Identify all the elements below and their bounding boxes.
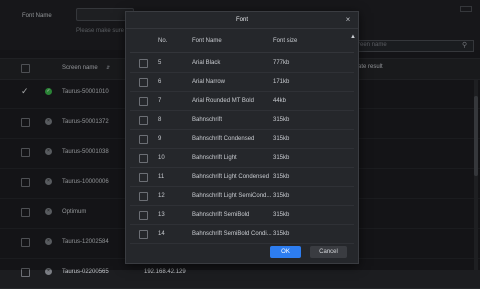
column-font-size: Font size <box>273 38 298 44</box>
font-row-checkbox[interactable] <box>139 59 148 68</box>
scroll-up-icon[interactable]: ▲ <box>350 34 356 42</box>
font-name: Bahnschrift <box>192 117 223 123</box>
font-row-checkbox[interactable] <box>139 211 148 220</box>
font-dialog: Font × No. Font Name Font size 5 Arial Bl… <box>125 11 359 264</box>
font-name: Arial Narrow <box>192 79 226 85</box>
font-size: 315kb <box>273 231 290 237</box>
font-size: 315kb <box>273 212 290 218</box>
font-row-checkbox[interactable] <box>139 154 148 163</box>
font-no: 5 <box>158 60 162 66</box>
font-no: 6 <box>158 79 162 85</box>
font-no: 8 <box>158 117 162 123</box>
column-no: No. <box>158 38 168 44</box>
font-row-checkbox[interactable] <box>139 173 148 182</box>
font-name: Bahnschrift SemiBold <box>192 212 250 218</box>
font-no: 14 <box>158 231 165 237</box>
font-row[interactable]: 13 Bahnschrift SemiBold 315kb <box>130 206 354 225</box>
font-row-checkbox[interactable] <box>139 192 148 201</box>
font-row-checkbox[interactable] <box>139 78 148 87</box>
font-no: 13 <box>158 212 165 218</box>
cancel-button[interactable]: Cancel <box>310 246 347 258</box>
font-no: 11 <box>158 174 165 180</box>
font-row[interactable]: 12 Bahnschrift Light SemiCond... 315kb <box>130 187 354 206</box>
font-size: 315kb <box>273 136 290 142</box>
font-name: Arial Black <box>192 60 221 66</box>
font-table-header: No. Font Name Font size <box>130 32 354 53</box>
font-size: 315kb <box>273 155 290 161</box>
font-name: Bahnschrift Light <box>192 155 237 161</box>
column-font-name: Font Name <box>192 38 222 44</box>
font-row[interactable]: 9 Bahnschrift Condensed 315kb <box>130 130 354 149</box>
font-size: 171kb <box>273 79 290 85</box>
font-row-checkbox[interactable] <box>139 97 148 106</box>
font-size: 315kb <box>273 117 290 123</box>
font-row-checkbox[interactable] <box>139 116 148 125</box>
dialog-footer: OK Cancel <box>126 242 358 263</box>
font-row[interactable]: 5 Arial Black 777kb <box>130 54 354 73</box>
font-row-checkbox[interactable] <box>139 135 148 144</box>
font-size: 315kb <box>273 193 290 199</box>
font-name: Bahnschrift Condensed <box>192 136 255 142</box>
font-row[interactable]: 6 Arial Narrow 171kb <box>130 73 354 92</box>
font-row[interactable]: 11 Bahnschrift Light Condensed 315kb <box>130 168 354 187</box>
font-size: 44kb <box>273 98 287 104</box>
font-row-checkbox[interactable] <box>139 230 148 239</box>
font-name: Bahnschrift SemiBold Condi... <box>192 231 272 237</box>
font-row[interactable]: 8 Bahnschrift 315kb <box>130 111 354 130</box>
font-no: 9 <box>158 136 162 142</box>
font-no: 10 <box>158 155 165 161</box>
font-no: 7 <box>158 98 162 104</box>
font-name: Arial Rounded MT Bold <box>192 98 254 104</box>
font-size: 315kb <box>273 174 290 180</box>
close-icon[interactable]: × <box>342 14 354 26</box>
ok-button[interactable]: OK <box>270 246 301 258</box>
font-name: Bahnschrift Light Condensed <box>192 174 270 180</box>
font-name: Bahnschrift Light SemiCond... <box>192 193 272 199</box>
font-no: 12 <box>158 193 165 199</box>
font-row[interactable]: 7 Arial Rounded MT Bold 44kb <box>130 92 354 111</box>
dialog-title: Font <box>126 12 358 29</box>
font-size: 777kb <box>273 60 290 66</box>
font-row[interactable]: 10 Bahnschrift Light 315kb <box>130 149 354 168</box>
